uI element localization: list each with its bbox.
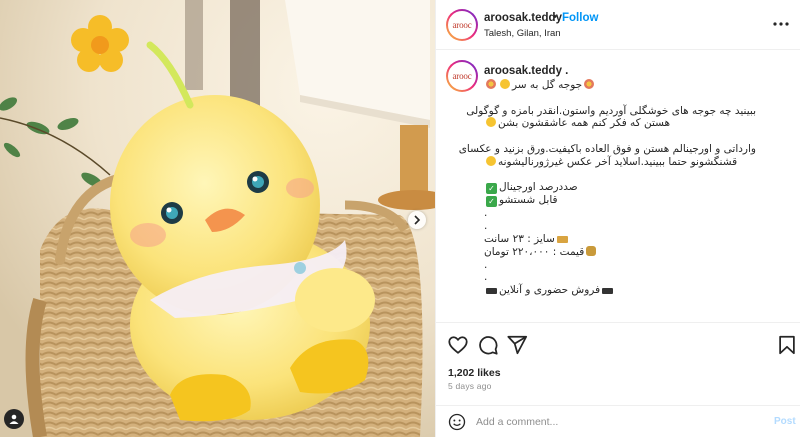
comment-input[interactable] bbox=[476, 413, 756, 431]
chick-photo bbox=[0, 0, 435, 437]
check-mark-icon: ✓ bbox=[486, 183, 497, 195]
caption-line: صددرصد اورجینال✓ bbox=[484, 181, 756, 195]
bookmark-icon bbox=[779, 335, 795, 355]
caption-line: . bbox=[484, 271, 488, 284]
comment-bar: Post bbox=[436, 405, 800, 437]
post-header: arooc aroosak.teddy • Follow Talesh, Gil… bbox=[436, 0, 800, 50]
ruler-emoji-icon bbox=[556, 235, 568, 243]
comment-button[interactable] bbox=[477, 334, 499, 356]
avatar-logo: arooc bbox=[448, 11, 476, 39]
caption-area: arooc aroosak.teddy . جوجه گل به سر ببین… bbox=[436, 51, 800, 321]
caption-line: هستن که فکر کنم همه عاشقشون بشن bbox=[484, 117, 756, 130]
follow-button[interactable]: Follow bbox=[562, 12, 598, 24]
caption-line: فروش حضوری و آنلاین bbox=[484, 284, 756, 297]
money-bag-emoji-icon bbox=[586, 245, 597, 256]
smiley-icon bbox=[448, 413, 466, 431]
caption-line bbox=[484, 169, 756, 182]
comment-bubble-icon bbox=[479, 336, 498, 355]
separator-dot: • bbox=[553, 11, 557, 23]
caption-line: . bbox=[484, 220, 488, 233]
smile-emoji-icon bbox=[486, 117, 496, 128]
emoji-picker-button[interactable] bbox=[448, 413, 466, 431]
caption-avatar-logo: arooc bbox=[448, 62, 476, 90]
save-button[interactable] bbox=[776, 334, 798, 356]
caption-line: . bbox=[484, 258, 488, 271]
post-panel: arooc aroosak.teddy • Follow Talesh, Gil… bbox=[435, 0, 800, 437]
user-tag-button[interactable] bbox=[4, 409, 24, 429]
paper-plane-icon bbox=[507, 335, 528, 355]
heart-eyes-emoji-icon bbox=[486, 155, 496, 166]
share-button[interactable] bbox=[506, 334, 528, 356]
next-image-button[interactable] bbox=[408, 211, 426, 229]
caption-line: ببینید چه جوجه های خوشگلی آوردیم واستون.… bbox=[466, 104, 756, 117]
chevron-right-icon bbox=[414, 215, 421, 225]
heart-icon bbox=[448, 336, 468, 354]
caption-line: قابل شستشو✓ bbox=[484, 194, 756, 208]
post-comment-button[interactable]: Post bbox=[774, 416, 796, 427]
avatar[interactable]: arooc bbox=[446, 9, 478, 41]
caption-line bbox=[484, 130, 756, 143]
truck-emoji-icon bbox=[486, 288, 497, 295]
caption-line: جوجه گل به سر bbox=[484, 79, 756, 92]
caption-line bbox=[484, 92, 756, 105]
more-options-button[interactable] bbox=[771, 14, 791, 34]
more-horizontal-icon bbox=[773, 22, 789, 26]
caption-line: وارداتی و اورجینالم هستن و فوق العاده با… bbox=[458, 142, 756, 155]
location-link[interactable]: Talesh, Gilan, Iran bbox=[484, 28, 561, 39]
caption-line: . bbox=[484, 207, 488, 220]
chick-emoji-icon bbox=[500, 79, 510, 89]
user-tag-icon bbox=[9, 414, 19, 424]
header-username[interactable]: aroosak.teddy bbox=[484, 12, 562, 24]
caption-text: جوجه گل به سر ببینید چه جوجه های خوشگلی … bbox=[458, 79, 756, 297]
caption-line: قیمت : ۲۲۰،۰۰۰ تومان bbox=[484, 245, 756, 259]
truck-emoji-icon bbox=[602, 288, 614, 295]
caption-line: قشنگشونو حتما ببینید.اسلاید آخر عکس غیرژ… bbox=[484, 155, 756, 169]
action-bar bbox=[436, 322, 800, 362]
caption-line: سایز : ۲۳ سانت bbox=[484, 233, 756, 246]
like-count[interactable]: 1,202 likes bbox=[448, 367, 501, 379]
caption-username[interactable]: aroosak.teddy . bbox=[484, 65, 568, 77]
post-media[interactable] bbox=[0, 0, 435, 437]
caption-overflow bbox=[484, 317, 744, 321]
post-timestamp[interactable]: 5 days ago bbox=[448, 381, 492, 391]
like-button[interactable] bbox=[447, 334, 469, 356]
flower-emoji-icon bbox=[584, 79, 595, 89]
caption-avatar[interactable]: arooc bbox=[446, 60, 478, 92]
check-mark-icon: ✓ bbox=[486, 196, 497, 208]
flower-emoji-icon bbox=[486, 79, 496, 89]
